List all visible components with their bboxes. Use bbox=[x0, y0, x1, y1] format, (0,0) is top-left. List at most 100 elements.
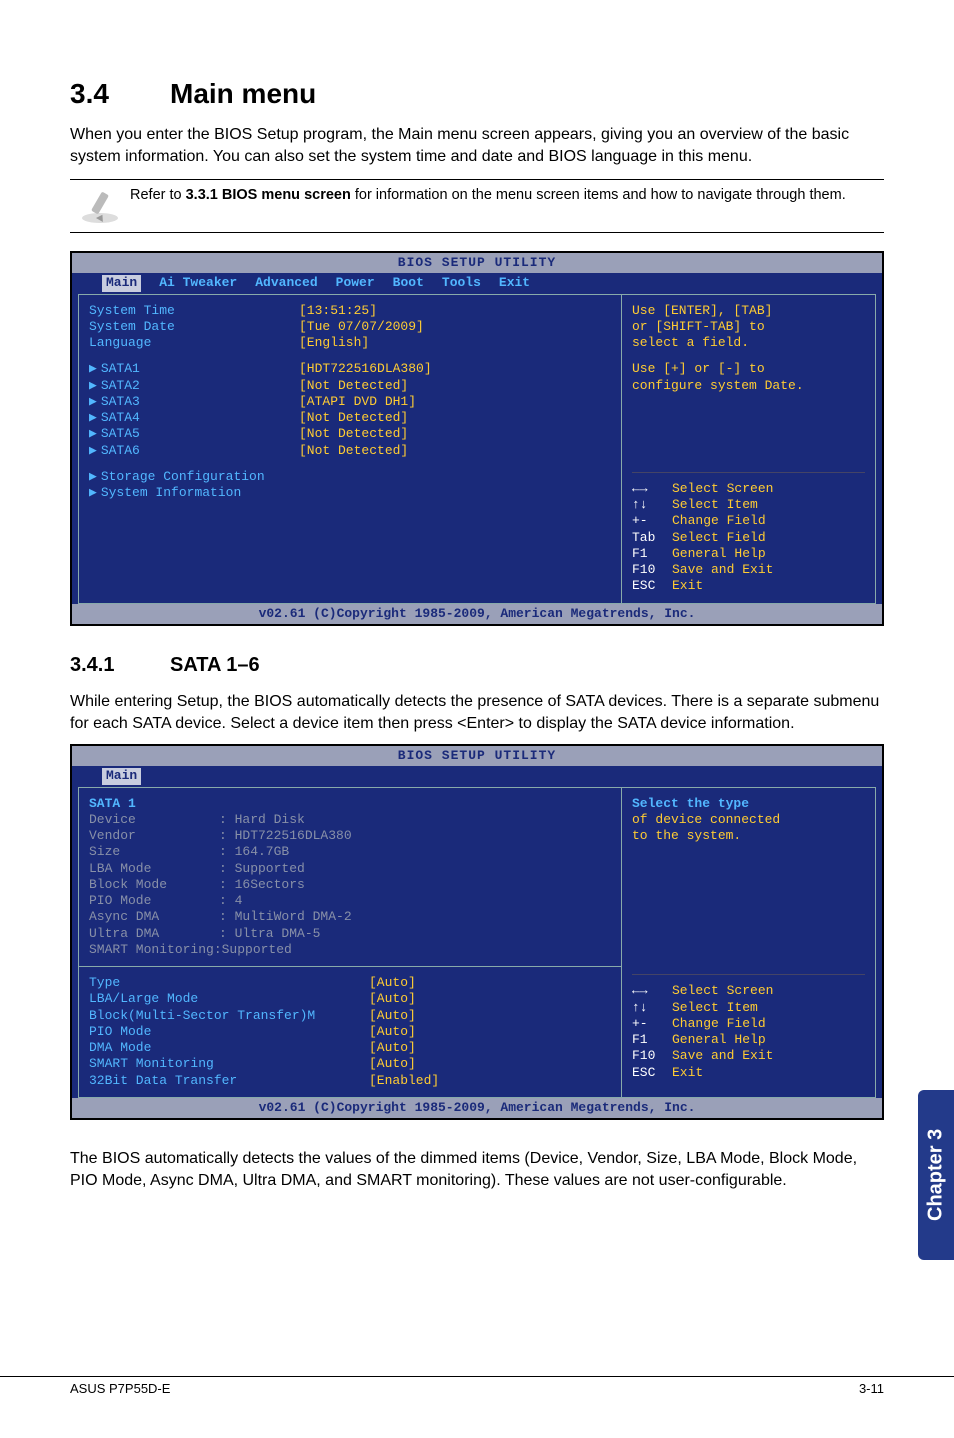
bios-sata-item: ▶SATA4[Not Detected] bbox=[89, 410, 611, 426]
bios-title: BIOS SETUP UTILITY bbox=[72, 746, 882, 766]
bios-setting-row: DMA Mode[Auto] bbox=[89, 1040, 611, 1056]
help-key: Tab bbox=[632, 530, 672, 546]
bios-sata-item: ▶SATA5[Not Detected] bbox=[89, 426, 611, 442]
bios-sata-item: ▶SATA3[ATAPI DVD DH1] bbox=[89, 394, 611, 410]
bios-setting-row: SMART Monitoring[Auto] bbox=[89, 1056, 611, 1072]
info-label: Ultra DMA bbox=[89, 926, 219, 942]
sata-value: [Not Detected] bbox=[299, 426, 408, 442]
bios-sata-item: ▶SATA2[Not Detected] bbox=[89, 378, 611, 394]
bios-left-pane: System Time[13:51:25]System Date[Tue 07/… bbox=[78, 294, 621, 604]
sata-label: ▶SATA5 bbox=[89, 426, 299, 442]
sata-value: [Not Detected] bbox=[299, 378, 408, 394]
bios-field: System Time[13:51:25] bbox=[89, 303, 611, 319]
device-info-row: Async DMA: MultiWord DMA-2 bbox=[89, 909, 611, 925]
help-desc: Exit bbox=[672, 578, 703, 594]
help-key: F10 bbox=[632, 1048, 672, 1064]
help-key-line: ←→Select Screen bbox=[632, 481, 865, 497]
help-text: configure system Date. bbox=[632, 378, 865, 394]
field-label: System Time bbox=[89, 303, 299, 319]
bios-setting-row: LBA/Large Mode[Auto] bbox=[89, 991, 611, 1007]
setting-value: [Auto] bbox=[369, 1056, 416, 1072]
note-text: Refer to 3.3.1 BIOS menu screen for info… bbox=[130, 186, 846, 206]
setting-label: LBA/Large Mode bbox=[89, 991, 369, 1007]
bios-field: Language[English] bbox=[89, 335, 611, 351]
setting-label: PIO Mode bbox=[89, 1024, 369, 1040]
help-key-line: F10Save and Exit bbox=[632, 1048, 865, 1064]
info-label: LBA Mode bbox=[89, 861, 219, 877]
info-value: : Ultra DMA-5 bbox=[219, 926, 320, 942]
sata-label: ▶SATA3 bbox=[89, 394, 299, 410]
device-info-row: Block Mode: 16Sectors bbox=[89, 877, 611, 893]
setting-label: SMART Monitoring bbox=[89, 1056, 369, 1072]
sata-label: ▶SATA6 bbox=[89, 443, 299, 459]
help-desc: General Help bbox=[672, 546, 766, 562]
help-desc: Exit bbox=[672, 1065, 703, 1081]
info-label: Vendor bbox=[89, 828, 219, 844]
note-callout: Refer to 3.3.1 BIOS menu screen for info… bbox=[70, 179, 884, 233]
bios-left-pane: SATA 1 Device: Hard DiskVendor: HDT72251… bbox=[78, 787, 621, 1098]
device-info-row: SMART Monitoring:Supported bbox=[89, 942, 611, 958]
help-key-line: +-Change Field bbox=[632, 1016, 865, 1032]
sata-label: ▶SATA4 bbox=[89, 410, 299, 426]
help-text: Use [+] or [-] to bbox=[632, 361, 865, 377]
help-text: to the system. bbox=[632, 828, 865, 844]
bios-sata-item: ▶SATA1[HDT722516DLA380] bbox=[89, 361, 611, 377]
intro-paragraph: When you enter the BIOS Setup program, t… bbox=[70, 124, 884, 167]
help-key: ←→ bbox=[632, 481, 672, 497]
triangle-icon: ▶ bbox=[89, 394, 97, 409]
help-key-line: F1General Help bbox=[632, 546, 865, 562]
info-value: : Hard Disk bbox=[219, 812, 305, 828]
help-key: ↑↓ bbox=[632, 1000, 672, 1016]
help-key-line: ESCExit bbox=[632, 1065, 865, 1081]
bios-tab: Advanced bbox=[255, 275, 317, 291]
help-desc: Save and Exit bbox=[672, 562, 773, 578]
help-desc: Select Item bbox=[672, 497, 758, 513]
sata-heading: SATA 1 bbox=[89, 796, 611, 812]
subsection-title: SATA 1–6 bbox=[170, 654, 260, 676]
footer-product: ASUS P7P55D-E bbox=[70, 1381, 170, 1396]
bios-tab: Tools bbox=[442, 275, 481, 291]
info-label: Size bbox=[89, 844, 219, 860]
help-key: F10 bbox=[632, 562, 672, 578]
sata-value: [Not Detected] bbox=[299, 443, 408, 459]
subsection-intro: While entering Setup, the BIOS automatic… bbox=[70, 691, 884, 734]
bios-field: System Date[Tue 07/07/2009] bbox=[89, 319, 611, 335]
triangle-icon: ▶ bbox=[89, 410, 97, 425]
bios-tab-bar: Main bbox=[72, 766, 882, 786]
help-desc: Select Screen bbox=[672, 983, 773, 999]
help-key-line: +-Change Field bbox=[632, 513, 865, 529]
field-label: System Date bbox=[89, 319, 299, 335]
bios-tab-main: Main bbox=[102, 768, 141, 784]
help-desc: Change Field bbox=[672, 1016, 766, 1032]
setting-label: DMA Mode bbox=[89, 1040, 369, 1056]
info-label: PIO Mode bbox=[89, 893, 219, 909]
help-text: of device connected bbox=[632, 812, 865, 828]
bios-setting-row: Block(Multi-Sector Transfer)M[Auto] bbox=[89, 1008, 611, 1024]
sata-value: [ATAPI DVD DH1] bbox=[299, 394, 416, 410]
setting-value: [Auto] bbox=[369, 1008, 416, 1024]
triangle-icon: ▶ bbox=[89, 378, 97, 393]
help-desc: Select Field bbox=[672, 530, 766, 546]
chapter-side-tab: Chapter 3 bbox=[918, 1090, 954, 1260]
info-value: : 4 bbox=[219, 893, 242, 909]
help-key-line: F1General Help bbox=[632, 1032, 865, 1048]
info-label: Device bbox=[89, 812, 219, 828]
bios-tab: Power bbox=[336, 275, 375, 291]
help-key: F1 bbox=[632, 1032, 672, 1048]
help-key: F1 bbox=[632, 546, 672, 562]
triangle-icon: ▶ bbox=[89, 426, 97, 441]
setting-value: [Auto] bbox=[369, 991, 416, 1007]
sata-value: [HDT722516DLA380] bbox=[299, 361, 432, 377]
field-value: [13:51:25] bbox=[299, 303, 377, 319]
help-key-line: ↑↓Select Item bbox=[632, 497, 865, 513]
help-key-line: ↑↓Select Item bbox=[632, 1000, 865, 1016]
bios-title: BIOS SETUP UTILITY bbox=[72, 253, 882, 273]
help-key-line: ←→Select Screen bbox=[632, 983, 865, 999]
help-key: ←→ bbox=[632, 983, 672, 999]
info-value: : 164.7GB bbox=[219, 844, 289, 860]
field-value: [Tue 07/07/2009] bbox=[299, 319, 424, 335]
footer-page-number: 3-11 bbox=[859, 1381, 884, 1396]
setting-value: [Enabled] bbox=[369, 1073, 439, 1089]
help-key: +- bbox=[632, 513, 672, 529]
help-desc: Change Field bbox=[672, 513, 766, 529]
